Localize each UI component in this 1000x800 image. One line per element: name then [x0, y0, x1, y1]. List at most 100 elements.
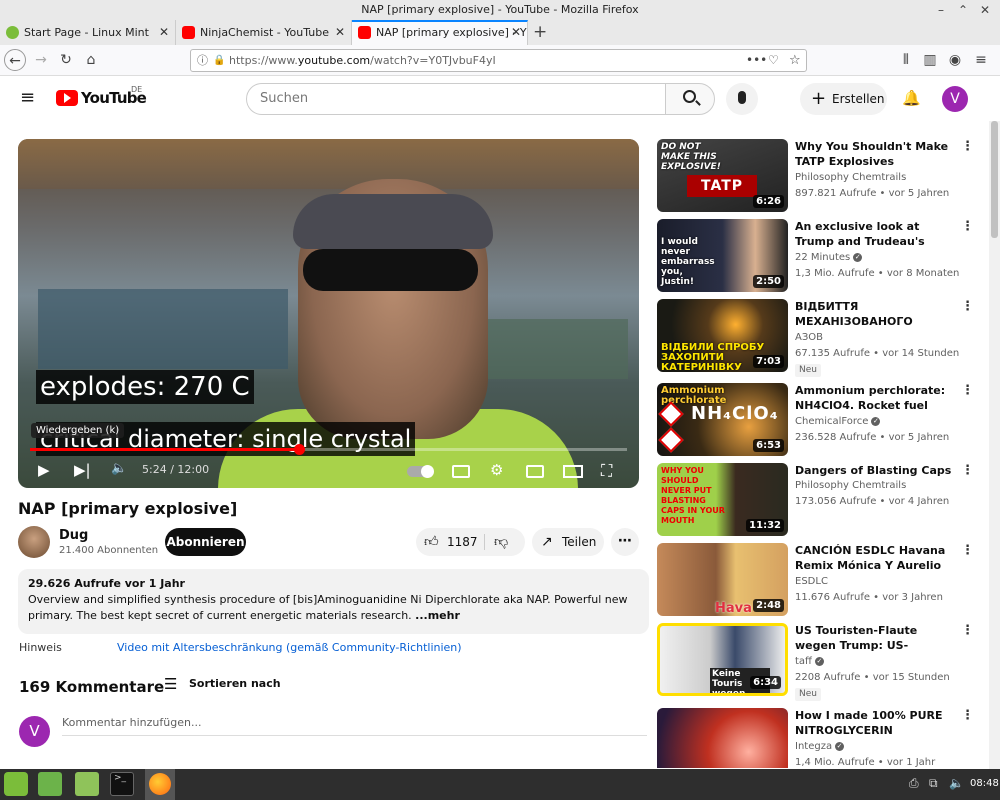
subscribe-button[interactable]: Abonnieren: [165, 528, 246, 556]
network-icon[interactable]: ⧉: [929, 776, 938, 791]
rec-title[interactable]: ВІДБИТТЯ МЕХАНІЗОВАНОГО ШТУРМУ ПІД ТОРЕЦ…: [795, 299, 955, 330]
more-vert-icon[interactable]: ⋮: [961, 708, 974, 723]
youtube-logo-icon[interactable]: [56, 90, 78, 106]
rec-title[interactable]: How I made 100% PURE NITROGLYCERIN: [795, 708, 955, 739]
account-icon[interactable]: ◉: [944, 49, 966, 71]
account-avatar[interactable]: V: [942, 86, 968, 112]
rec-channel[interactable]: Philosophy Chemtrails: [795, 480, 906, 491]
thumbnail[interactable]: I would never embarrass you, Justin! 2:5…: [657, 219, 788, 292]
settings-gear-icon[interactable]: ⚙: [490, 461, 503, 479]
close-tab-icon[interactable]: ✕: [511, 22, 521, 43]
sort-comments-button[interactable]: ☰ Sortieren nach: [164, 676, 281, 692]
more-actions-button[interactable]: ⋯: [611, 528, 639, 556]
miniplayer-icon[interactable]: [526, 465, 544, 478]
voice-search-button[interactable]: [726, 83, 758, 115]
page-scrollbar[interactable]: [989, 121, 1000, 769]
sidebar-icon[interactable]: ▥: [919, 49, 941, 71]
like-button[interactable]: 👍︎: [424, 528, 439, 556]
rec-channel[interactable]: ESDLC: [795, 576, 828, 587]
more-vert-icon[interactable]: ⋮: [961, 299, 974, 314]
info-icon[interactable]: ⓘ: [197, 50, 208, 71]
volume-tray-icon[interactable]: 🔈: [949, 776, 964, 790]
thumbnail[interactable]: ВІДБИЛИ СПРОБУ ЗАХОПИТИ КАТЕРИНІВКУ 7:03: [657, 299, 788, 372]
forward-icon[interactable]: →: [30, 49, 52, 71]
thumbnail[interactable]: [657, 708, 788, 768]
rec-channel[interactable]: Integza ✓: [795, 741, 845, 752]
pocket-icon[interactable]: ♡: [768, 50, 779, 71]
play-icon[interactable]: ▶: [38, 461, 50, 479]
rec-title[interactable]: CANCIÓN ESDLC Havana Remix Mónica Y Aure…: [795, 543, 955, 574]
thumbnail[interactable]: WHY YOU SHOULD NEVER PUT BLASTING CAPS I…: [657, 463, 788, 536]
terminal-icon[interactable]: >_: [110, 772, 134, 796]
scrollbar-thumb[interactable]: [991, 121, 998, 238]
hamburger-menu-icon[interactable]: ≡: [20, 87, 35, 108]
rec-channel[interactable]: Philosophy Chemtrails: [795, 172, 906, 183]
thumbnail[interactable]: Ammonium perchlorate NH₄ClO₄ 6:53: [657, 383, 788, 456]
rec-title[interactable]: US Touristen-Flaute wegen Trump: US-Hote…: [795, 623, 955, 654]
home-icon[interactable]: ⌂: [80, 49, 102, 71]
recommendation-item[interactable]: Keine Touris wegen Trum 6:34 US Touriste…: [657, 623, 987, 701]
next-icon[interactable]: ▶|: [74, 461, 91, 479]
back-icon[interactable]: ←: [4, 49, 26, 71]
description-box[interactable]: 29.626 Aufrufe vor 1 Jahr Overview and s…: [18, 569, 649, 634]
share-button[interactable]: ↗ Teilen: [532, 528, 604, 556]
maximize-icon[interactable]: ⌃: [958, 2, 968, 18]
tab-nap-video[interactable]: NAP [primary explosive] - Y ✕: [352, 20, 528, 45]
dislike-button[interactable]: 👎︎: [494, 528, 508, 556]
firefox-taskbar-button[interactable]: [145, 769, 175, 800]
rec-title[interactable]: Why You Shouldn't Make TATP Explosives: [795, 139, 955, 170]
age-restriction-link[interactable]: Video mit Altersbeschränkung (gemäß Comm…: [117, 641, 462, 654]
more-vert-icon[interactable]: ⋮: [961, 219, 974, 234]
rec-channel[interactable]: ChemicalForce ✓: [795, 416, 881, 427]
page-actions-icon[interactable]: •••: [746, 50, 767, 71]
recommendation-item[interactable]: ВІДБИЛИ СПРОБУ ЗАХОПИТИ КАТЕРИНІВКУ 7:03…: [657, 299, 987, 377]
menu-icon[interactable]: ≡: [970, 49, 992, 71]
close-tab-icon[interactable]: ✕: [335, 20, 345, 45]
close-window-icon[interactable]: ✕: [980, 2, 990, 18]
video-player[interactable]: explodes: 270 C critical diameter: singl…: [18, 139, 639, 488]
progress-bar[interactable]: [30, 444, 627, 455]
reload-icon[interactable]: ↻: [55, 49, 77, 71]
minimize-icon[interactable]: –: [938, 2, 944, 18]
theater-mode-icon[interactable]: [563, 465, 583, 478]
rec-title[interactable]: An exclusive look at Trump and Trudeau's…: [795, 219, 955, 250]
scrubber-handle[interactable]: [293, 444, 305, 455]
comment-input[interactable]: Kommentar hinzufügen...: [62, 716, 647, 736]
more-link[interactable]: ...mehr: [415, 609, 460, 622]
channel-avatar[interactable]: [18, 526, 50, 558]
tab-ninjachemist[interactable]: NinjaChemist - YouTube ✕: [176, 20, 352, 45]
rec-title[interactable]: Ammonium perchlorate: NH4ClO4. Rocket fu…: [795, 383, 955, 414]
more-vert-icon[interactable]: ⋮: [961, 543, 974, 558]
notifications-bell-icon[interactable]: 🔔: [902, 89, 921, 107]
rec-channel[interactable]: АЗОВ: [795, 332, 823, 343]
mint-menu-icon[interactable]: [4, 772, 28, 796]
close-tab-icon[interactable]: ✕: [159, 20, 169, 45]
search-button[interactable]: [665, 83, 715, 115]
more-vert-icon[interactable]: ⋮: [961, 383, 974, 398]
more-vert-icon[interactable]: ⋮: [961, 139, 974, 154]
recommendation-item[interactable]: Hava 2:48 CANCIÓN ESDLC Havana Remix Món…: [657, 543, 987, 619]
thumbnail[interactable]: TATP DO NOT MAKE THIS EXPLOSIVE! 6:26: [657, 139, 788, 212]
printer-icon[interactable]: ⎙: [909, 776, 919, 791]
volume-icon[interactable]: 🔈: [111, 461, 127, 476]
recommendation-item[interactable]: How I made 100% PURE NITROGLYCERIN Integ…: [657, 708, 987, 768]
thumbnail[interactable]: Hava 2:48: [657, 543, 788, 616]
recommendation-item[interactable]: Ammonium perchlorate NH₄ClO₄ 6:53 Ammoni…: [657, 383, 987, 459]
recommendation-item[interactable]: WHY YOU SHOULD NEVER PUT BLASTING CAPS I…: [657, 463, 987, 539]
channel-name[interactable]: Dug: [59, 528, 88, 543]
more-vert-icon[interactable]: ⋮: [961, 463, 974, 478]
file-manager-icon[interactable]: [75, 772, 99, 796]
fullscreen-icon[interactable]: ⛶: [601, 461, 612, 481]
more-vert-icon[interactable]: ⋮: [961, 623, 974, 638]
bookmark-star-icon[interactable]: ☆: [789, 50, 801, 71]
subtitles-icon[interactable]: [452, 465, 470, 478]
new-tab-icon[interactable]: +: [533, 20, 547, 45]
autoplay-toggle[interactable]: [407, 465, 434, 478]
create-button[interactable]: + Erstellen: [800, 83, 887, 115]
thumbnail[interactable]: Keine Touris wegen Trum 6:34: [657, 623, 788, 696]
show-desktop-icon[interactable]: [38, 772, 62, 796]
rec-channel[interactable]: taff ✓: [795, 656, 824, 667]
url-bar[interactable]: ⓘ 🔒 https://www.youtube.com/watch?v=Y0TJ…: [190, 49, 807, 72]
library-icon[interactable]: ⫴: [895, 49, 917, 71]
recommendation-item[interactable]: I would never embarrass you, Justin! 2:5…: [657, 219, 987, 295]
